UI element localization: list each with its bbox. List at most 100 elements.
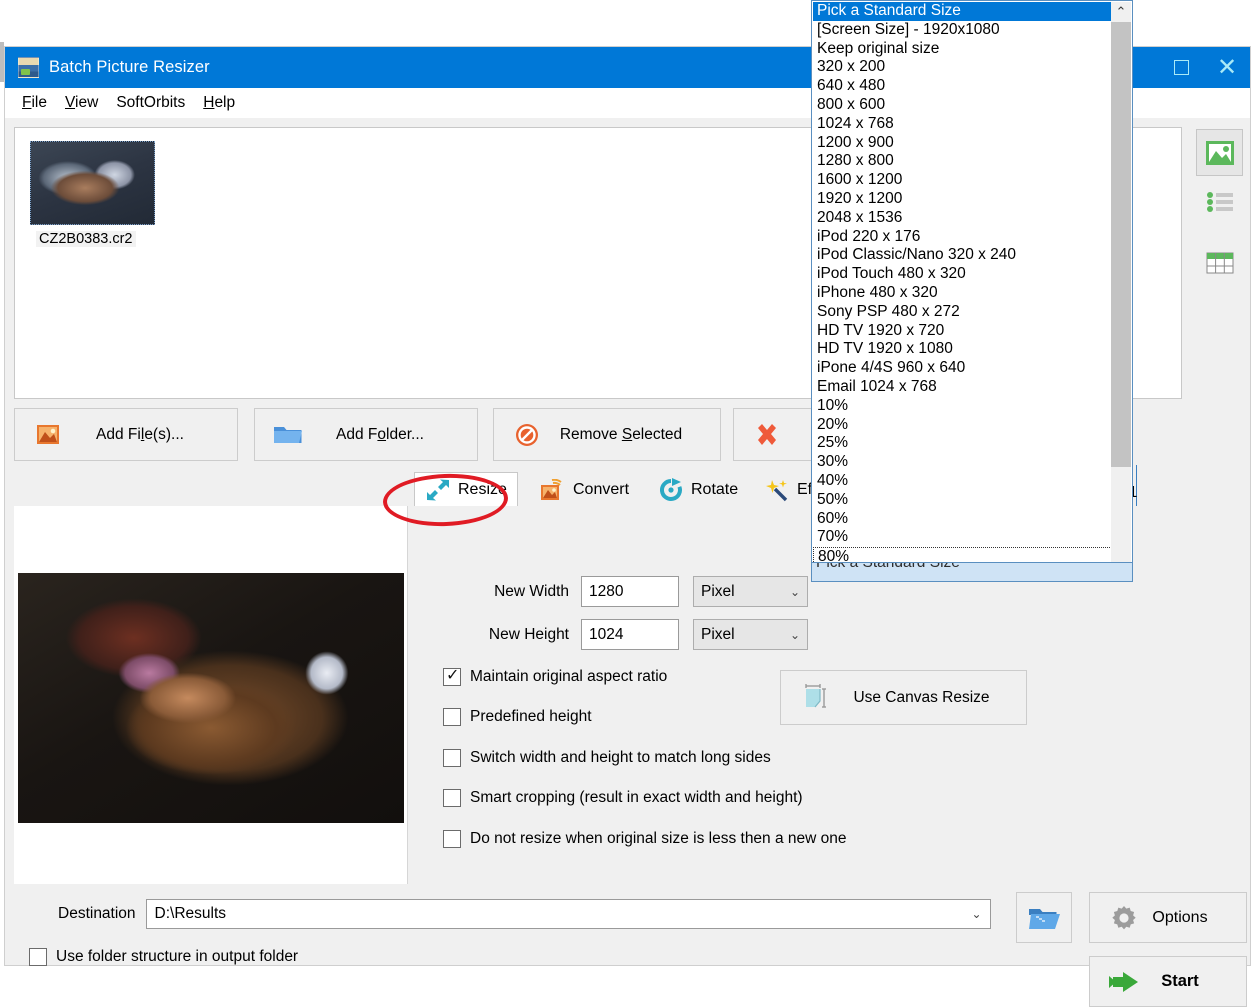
dropdown-item[interactable]: 10% (813, 397, 1112, 416)
menu-softorbits[interactable]: SoftOrbits (107, 91, 194, 115)
checkbox-label: Predefined height (470, 708, 592, 726)
dropdown-item[interactable]: 800 x 600 (813, 96, 1112, 115)
checkbox-box (443, 749, 461, 767)
destination-combo[interactable]: D:\Results ⌄ (146, 899, 991, 929)
menu-help[interactable]: Help (194, 91, 244, 115)
dropdown-item[interactable]: iPod Classic/Nano 320 x 240 (813, 246, 1112, 265)
start-button[interactable]: Start (1089, 956, 1247, 1007)
dropdown-item[interactable]: iPhone 480 x 320 (813, 284, 1112, 303)
add-files-label: Add File(s)... (71, 426, 237, 444)
dropdown-item[interactable]: Email 1024 x 768 (813, 378, 1112, 397)
dropdown-item[interactable]: HD TV 1920 x 720 (813, 322, 1112, 341)
checkbox-box (443, 668, 461, 686)
standard-size-dropdown-list[interactable]: Pick a Standard Size[Screen Size] - 1920… (811, 0, 1133, 581)
menu-view[interactable]: View (56, 91, 107, 115)
menu-view-rest: iew (75, 94, 98, 111)
app-icon (18, 57, 39, 78)
dropdown-item[interactable]: Pick a Standard Size (813, 2, 1112, 21)
dropdown-item[interactable]: HD TV 1920 x 1080 (813, 340, 1112, 359)
checkbox-label: Maintain original aspect ratio (470, 668, 667, 686)
use-canvas-resize-button[interactable]: Use Canvas Resize (780, 670, 1027, 725)
dropdown-item[interactable]: 1600 x 1200 (813, 171, 1112, 190)
window-title: Batch Picture Resizer (49, 58, 210, 77)
tab-convert[interactable]: Convert (530, 472, 639, 507)
checkbox-maintain-aspect-ratio[interactable]: Maintain original aspect ratio (443, 668, 667, 686)
tab-resize[interactable]: Resize (414, 472, 518, 507)
add-folder-button[interactable]: Add Folder... (254, 408, 478, 461)
checkbox-label: Do not resize when original size is less… (470, 830, 847, 848)
checkbox-switch-width-height[interactable]: Switch width and height to match long si… (443, 749, 771, 767)
dropdown-item[interactable]: 1024 x 768 (813, 115, 1112, 134)
remove-circle-icon (510, 420, 544, 450)
browse-folder-button[interactable] (1016, 892, 1072, 943)
checkbox-use-folder-structure[interactable]: Use folder structure in output folder (29, 948, 298, 966)
preview-pane (14, 506, 408, 884)
dropdown-item[interactable]: 20% (813, 416, 1112, 435)
close-icon: ✕ (1217, 56, 1237, 80)
dropdown-item[interactable]: 80% (813, 547, 1112, 562)
new-width-unit-select[interactable]: Pixel ⌄ (693, 576, 808, 607)
gear-icon (1104, 904, 1144, 932)
dropdown-item[interactable]: 70% (813, 528, 1112, 547)
close-button[interactable]: ✕ (1204, 47, 1250, 88)
details-view-button[interactable] (1196, 239, 1243, 286)
checkbox-box (443, 830, 461, 848)
chevron-down-icon: ⌄ (790, 628, 800, 642)
new-width-input[interactable]: 1280 (581, 576, 679, 607)
menu-file-rest: ile (31, 94, 47, 111)
dropdown-item[interactable]: 1200 x 900 (813, 134, 1112, 153)
chevron-down-icon: ⌄ (790, 585, 800, 599)
checkbox-do-not-resize[interactable]: Do not resize when original size is less… (443, 830, 847, 848)
checkbox-smart-cropping[interactable]: Smart cropping (result in exact width an… (443, 789, 803, 807)
thumbnail-view-button[interactable] (1196, 129, 1243, 176)
add-files-button[interactable]: Add File(s)... (14, 408, 238, 461)
dropdown-item[interactable]: 640 x 480 (813, 77, 1112, 96)
dropdown-item[interactable]: 320 x 200 (813, 58, 1112, 77)
use-canvas-resize-label: Use Canvas Resize (839, 689, 1026, 707)
scrollbar-thumb[interactable] (1111, 22, 1131, 467)
options-button[interactable]: Options (1089, 892, 1247, 943)
dropdown-scrollbar[interactable]: ⌃ ⌄ (1111, 2, 1131, 581)
scroll-up-icon[interactable]: ⌃ (1111, 2, 1131, 22)
new-height-unit-value: Pixel (701, 626, 735, 644)
destination-value: D:\Results (155, 905, 227, 923)
checkbox-box (29, 948, 47, 966)
standard-size-combo[interactable]: Pick a Standard Size (811, 562, 1133, 582)
dropdown-item[interactable]: 2048 x 1536 (813, 209, 1112, 228)
dropdown-item[interactable]: iPone 4/4S 960 x 640 (813, 359, 1112, 378)
list-view-button[interactable] (1196, 178, 1243, 225)
checkbox-predefined-height[interactable]: Predefined height (443, 708, 592, 726)
dropdown-item[interactable]: 60% (813, 510, 1112, 529)
start-label: Start (1144, 972, 1246, 991)
tab-rotate[interactable]: Rotate (648, 472, 748, 507)
maximize-button[interactable] (1158, 47, 1204, 88)
dropdown-item[interactable]: 1920 x 1200 (813, 190, 1112, 209)
dropdown-item[interactable]: 30% (813, 453, 1112, 472)
magic-wand-icon (764, 478, 790, 502)
dropdown-item[interactable]: 1280 x 800 (813, 152, 1112, 171)
new-height-unit-select[interactable]: Pixel ⌄ (693, 619, 808, 650)
dropdown-item[interactable]: iPod Touch 480 x 320 (813, 265, 1112, 284)
dropdown-item[interactable]: Sony PSP 480 x 272 (813, 303, 1112, 322)
dropdown-items[interactable]: Pick a Standard Size[Screen Size] - 1920… (813, 2, 1112, 562)
add-folder-label: Add Folder... (311, 426, 477, 444)
destination-label: Destination (58, 905, 136, 923)
picture-icon (1205, 140, 1235, 166)
dropdown-item[interactable]: 40% (813, 472, 1112, 491)
list-icon (1205, 189, 1235, 215)
dropdown-item[interactable]: Keep original size (813, 40, 1112, 59)
tab-rotate-label: Rotate (691, 481, 738, 499)
dropdown-item[interactable]: [Screen Size] - 1920x1080 (813, 21, 1112, 40)
tab-convert-label: Convert (573, 481, 629, 499)
canvas-resize-icon (799, 683, 839, 713)
remove-selected-button[interactable]: Remove Selected (493, 408, 721, 461)
dropdown-item[interactable]: iPod 220 x 176 (813, 228, 1112, 247)
view-mode-rail (1191, 127, 1248, 399)
chevron-down-icon: ⌄ (971, 907, 981, 921)
menu-file[interactable]: File (13, 91, 56, 115)
list-item[interactable]: CZ2B0383.cr2 (27, 138, 160, 250)
destination-row: Destination D:\Results ⌄ (58, 899, 991, 929)
dropdown-item[interactable]: 25% (813, 434, 1112, 453)
new-height-input[interactable]: 1024 (581, 619, 679, 650)
dropdown-item[interactable]: 50% (813, 491, 1112, 510)
